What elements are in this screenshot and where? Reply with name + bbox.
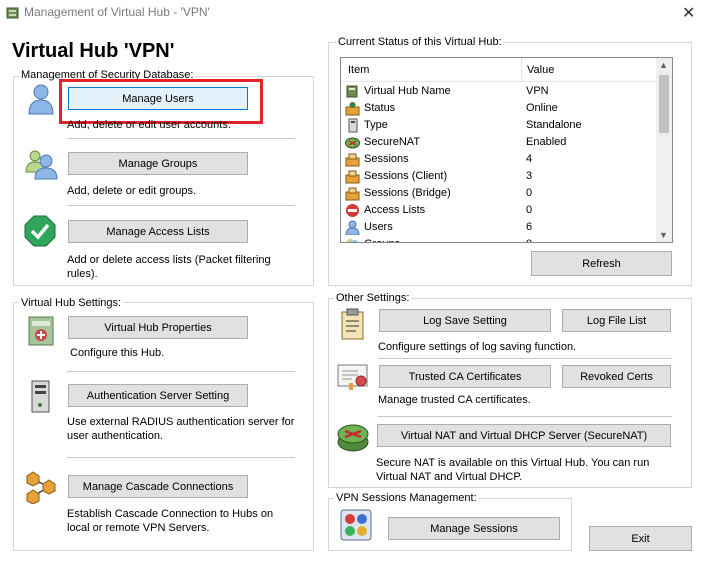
manage-groups-button[interactable]: Manage Groups	[68, 152, 248, 175]
hub-properties-desc: Configure this Hub.	[70, 347, 165, 359]
certificate-icon	[336, 363, 370, 391]
hub-icon	[345, 84, 360, 99]
other-settings-label: Other Settings:	[334, 292, 412, 304]
status-row-value: 6	[526, 221, 533, 233]
status-row-item: SecureNAT	[364, 136, 421, 148]
status-row-value: VPN	[526, 85, 549, 97]
col-value-header[interactable]: Value	[527, 64, 554, 76]
hub-settings-label: Virtual Hub Settings:	[19, 297, 124, 309]
status-row[interactable]: Groups 0	[341, 236, 672, 242]
column-separator	[521, 58, 522, 81]
server-icon	[345, 118, 360, 133]
status-row-item: Status	[364, 102, 396, 114]
no-entry-icon	[345, 203, 360, 218]
list-scrollbar[interactable]: ▲ ▼	[656, 58, 672, 242]
refresh-button[interactable]: Refresh	[531, 251, 672, 276]
status-list[interactable]: Item Value Virtual Hub Name VPN Status Onli…	[340, 57, 673, 243]
trusted-ca-button[interactable]: Trusted CA Certificates	[379, 365, 551, 388]
status-row-item: Users	[364, 221, 393, 233]
status-row-item: Virtual Hub Name	[364, 85, 451, 97]
scroll-up-icon[interactable]: ▲	[659, 60, 668, 70]
status-row[interactable]: Sessions (Bridge) 0	[341, 185, 672, 202]
user-icon	[345, 220, 360, 236]
group-icon	[24, 148, 58, 180]
status-list-header: Item Value	[341, 58, 672, 82]
status-row-value: Standalone	[526, 119, 582, 131]
auth-server-button[interactable]: Authentication Server Setting	[68, 384, 248, 407]
separator	[378, 358, 672, 359]
securenat-button[interactable]: Virtual NAT and Virtual DHCP Server (Sec…	[377, 424, 671, 447]
status-icon	[345, 101, 360, 116]
status-row[interactable]: Sessions (Client) 3	[341, 168, 672, 185]
status-row-value: 4	[526, 153, 533, 165]
hub-properties-icon	[27, 315, 57, 347]
sessions-icon	[345, 152, 360, 167]
status-row-item: Sessions (Bridge)	[364, 187, 451, 199]
status-row-value: 0	[526, 187, 533, 199]
shield-check-icon	[24, 215, 56, 247]
col-item-header[interactable]: Item	[348, 64, 369, 76]
auth-server-desc: Use external RADIUS authentication serve…	[67, 416, 295, 442]
separator	[378, 416, 672, 417]
cascade-icon	[24, 470, 58, 505]
group-icon	[345, 237, 360, 242]
sessions-icon	[345, 186, 360, 201]
sessions-icon	[345, 169, 360, 184]
window-title: Management of Virtual Hub - 'VPN'	[24, 5, 210, 19]
log-desc: Configure settings of log saving functio…	[378, 341, 577, 353]
status-row-value: 3	[526, 170, 533, 182]
securenat-desc: Secure NAT is available on this Virtual …	[376, 457, 650, 483]
manage-sessions-button[interactable]: Manage Sessions	[388, 517, 560, 540]
status-row-value: Enabled	[526, 136, 567, 148]
log-file-list-button[interactable]: Log File List	[562, 309, 671, 332]
app-icon	[6, 6, 20, 20]
cascade-button[interactable]: Manage Cascade Connections	[68, 475, 248, 498]
scroll-down-icon[interactable]: ▼	[659, 230, 668, 240]
server-icon	[29, 380, 53, 414]
status-row-value: 0	[526, 238, 532, 242]
status-row[interactable]: SecureNAT Enabled	[341, 134, 672, 151]
scroll-thumb[interactable]	[659, 75, 669, 133]
status-row-item: Type	[364, 119, 388, 131]
status-label: Current Status of this Virtual Hub:	[336, 36, 504, 48]
user-icon	[26, 83, 56, 115]
sessions-icon	[340, 509, 372, 541]
status-row-item: Access Lists	[364, 204, 426, 216]
status-row[interactable]: Users 6	[341, 219, 672, 236]
separator	[67, 205, 295, 206]
status-row-value: Online	[526, 102, 558, 114]
router-icon	[345, 135, 360, 150]
separator	[67, 457, 295, 458]
status-row[interactable]: Status Online	[341, 100, 672, 117]
vpn-sessions-label: VPN Sessions Management:	[334, 492, 479, 504]
page-title: Virtual Hub 'VPN'	[12, 40, 175, 62]
log-save-button[interactable]: Log Save Setting	[379, 309, 551, 332]
status-row-value: 0	[526, 204, 533, 216]
status-row[interactable]: Sessions 4	[341, 151, 672, 168]
clipboard-icon	[339, 308, 367, 340]
manage-access-lists-desc: Add or delete access lists (Packet filte…	[67, 254, 271, 280]
exit-button[interactable]: Exit	[589, 526, 692, 551]
manage-access-lists-button[interactable]: Manage Access Lists	[68, 220, 248, 243]
hub-properties-button[interactable]: Virtual Hub Properties	[68, 316, 248, 339]
separator	[67, 371, 295, 372]
status-row[interactable]: Virtual Hub Name VPN	[341, 83, 672, 100]
revoked-certs-button[interactable]: Revoked Certs	[562, 365, 671, 388]
status-row[interactable]: Type Standalone	[341, 117, 672, 134]
cascade-desc: Establish Cascade Connection to Hubs on …	[67, 508, 274, 534]
manage-groups-desc: Add, delete or edit groups.	[67, 185, 197, 197]
separator	[67, 138, 295, 139]
status-row-item: Groups	[364, 238, 400, 242]
router-icon	[336, 420, 370, 454]
close-icon[interactable]: ✕	[682, 3, 695, 23]
status-row-item: Sessions (Client)	[364, 170, 448, 182]
status-row[interactable]: Access Lists 0	[341, 202, 672, 219]
status-row-item: Sessions	[364, 153, 409, 165]
manage-users-desc: Add, delete or edit user accounts.	[67, 119, 231, 131]
ca-desc: Manage trusted CA certificates.	[378, 394, 531, 406]
